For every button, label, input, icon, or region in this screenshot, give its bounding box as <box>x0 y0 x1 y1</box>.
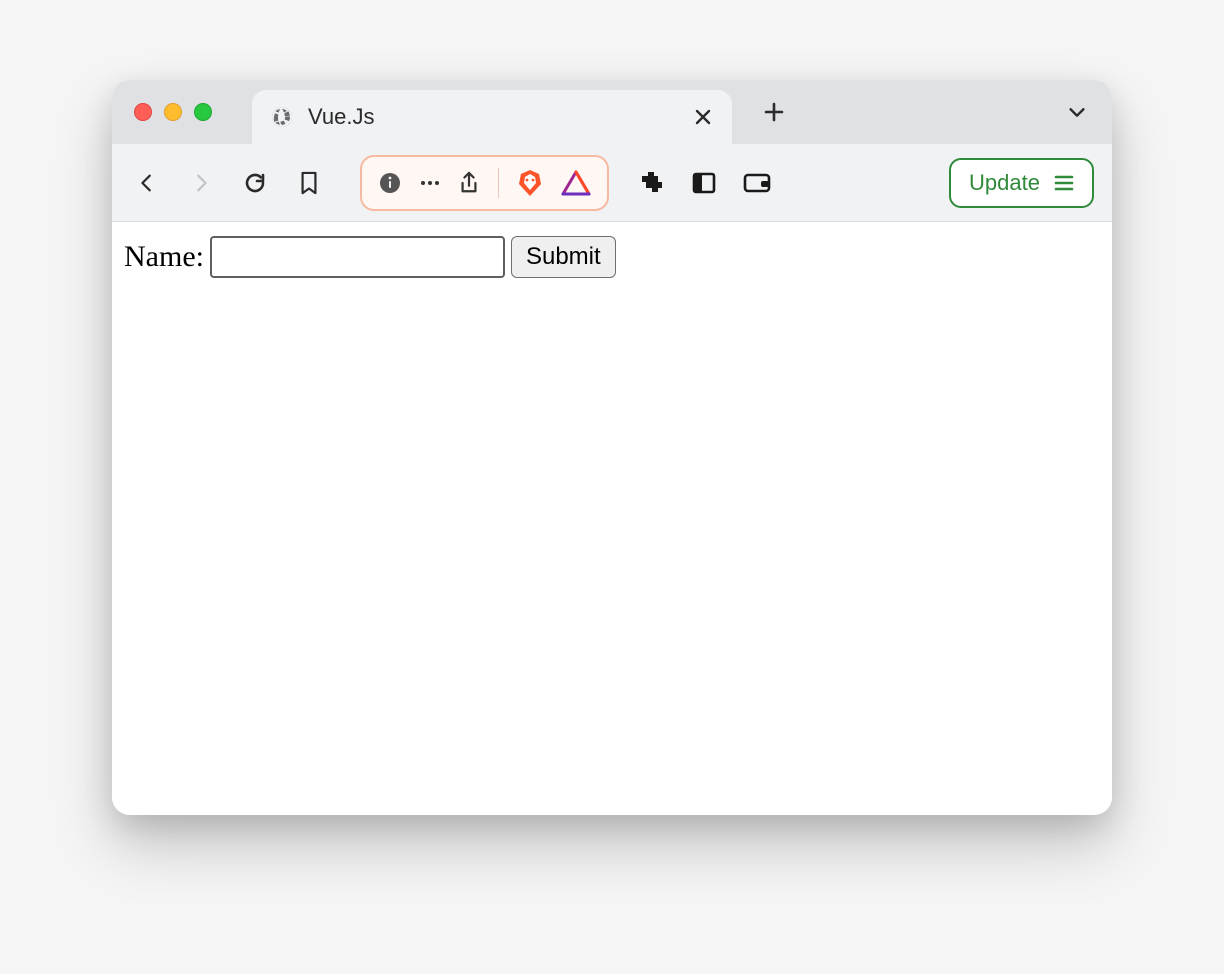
extensions-icon[interactable] <box>637 169 665 197</box>
wallet-icon[interactable] <box>743 171 771 195</box>
tabs-dropdown-button[interactable] <box>1066 101 1088 123</box>
submit-button[interactable]: Submit <box>511 236 616 278</box>
name-form: Name: Submit <box>124 236 1100 278</box>
browser-window: Vue.Js <box>112 80 1112 815</box>
window-minimize-button[interactable] <box>164 103 182 121</box>
share-icon[interactable] <box>458 170 480 196</box>
site-info-icon[interactable] <box>378 171 402 195</box>
browser-toolbar: Update <box>112 144 1112 222</box>
sidebar-icon[interactable] <box>691 170 717 196</box>
bat-triangle-icon[interactable] <box>561 170 591 196</box>
browser-tab[interactable]: Vue.Js <box>252 90 732 144</box>
name-input[interactable] <box>210 236 505 278</box>
more-icon[interactable] <box>420 179 440 187</box>
tab-title: Vue.Js <box>308 104 676 130</box>
globe-icon <box>270 105 294 129</box>
tab-close-button[interactable] <box>690 104 716 130</box>
new-tab-button[interactable] <box>762 100 786 124</box>
bookmark-button[interactable] <box>292 166 326 200</box>
reload-button[interactable] <box>238 166 272 200</box>
window-close-button[interactable] <box>134 103 152 121</box>
update-button[interactable]: Update <box>949 158 1094 208</box>
name-label: Name: <box>124 240 204 274</box>
window-maximize-button[interactable] <box>194 103 212 121</box>
forward-button[interactable] <box>184 166 218 200</box>
traffic-lights <box>134 103 212 121</box>
update-button-label: Update <box>969 170 1040 196</box>
address-bar-group <box>360 155 609 211</box>
menu-icon <box>1054 174 1074 192</box>
toolbar-right <box>637 169 771 197</box>
page-content: Name: Submit <box>112 222 1112 815</box>
tab-strip-right <box>762 100 1088 124</box>
titlebar: Vue.Js <box>112 80 1112 144</box>
back-button[interactable] <box>130 166 164 200</box>
brave-lion-icon[interactable] <box>517 168 543 198</box>
divider <box>498 168 499 198</box>
